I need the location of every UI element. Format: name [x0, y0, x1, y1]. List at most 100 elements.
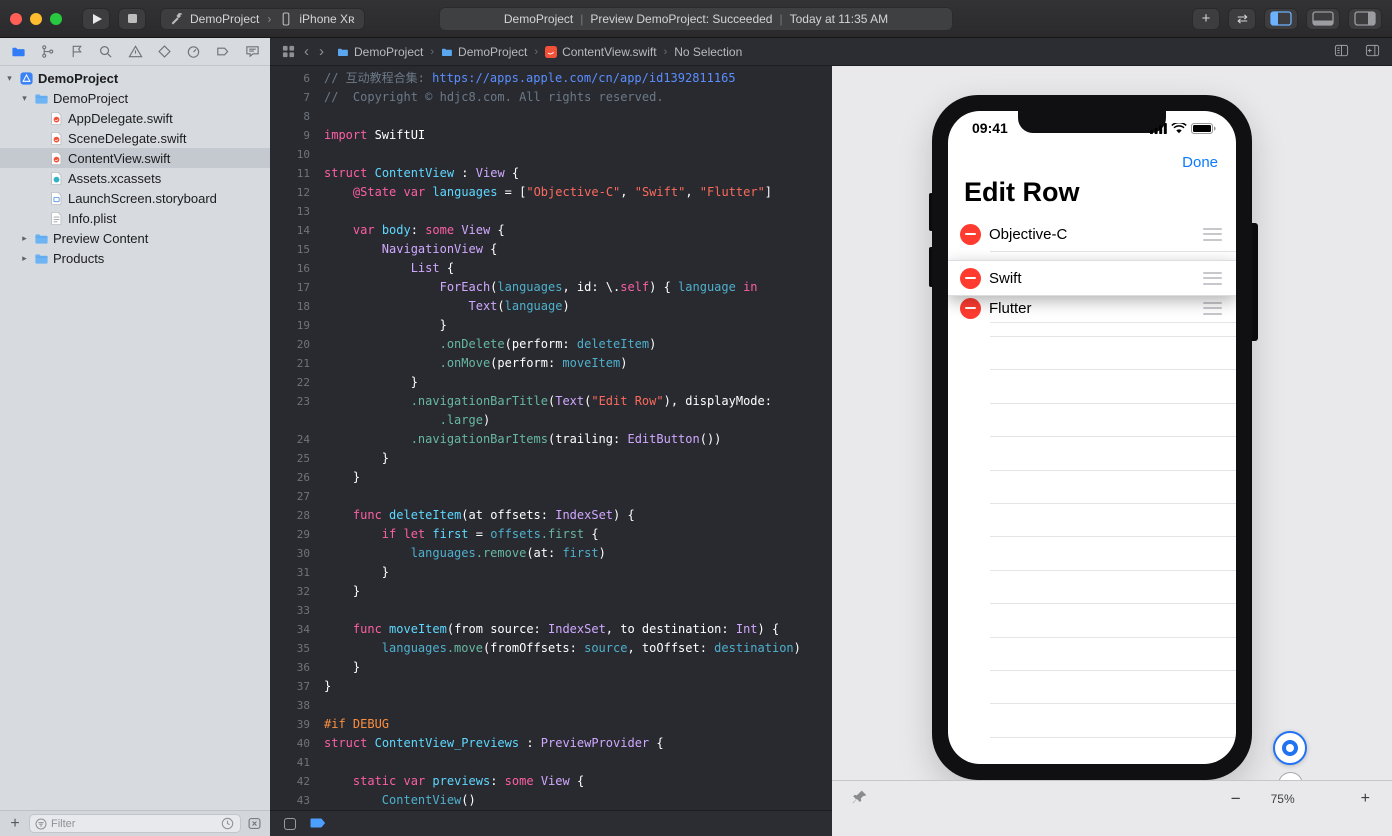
minimize-window-button[interactable]: [30, 12, 42, 25]
close-window-button[interactable]: [10, 12, 22, 25]
navigator-tab-tests-icon[interactable]: [155, 43, 173, 61]
code-line[interactable]: 10: [270, 145, 832, 164]
code-line[interactable]: 20 .onDelete(perform: deleteItem): [270, 335, 832, 354]
file-tree-item[interactable]: ▾ DemoProject: [0, 68, 270, 88]
fullscreen-window-button[interactable]: [50, 12, 62, 25]
file-tree-item[interactable]: ▸ Preview Content: [0, 228, 270, 248]
code-line[interactable]: 8: [270, 107, 832, 126]
code-line[interactable]: 11 struct ContentView : View {: [270, 164, 832, 183]
code-line[interactable]: 40 struct ContentView_Previews : PreviewP…: [270, 734, 832, 753]
code-line[interactable]: .large): [270, 411, 832, 430]
add-file-button[interactable]: +: [8, 815, 22, 832]
file-tree-item[interactable]: Assets.xcassets: [0, 168, 270, 188]
list-row[interactable]: Swift: [948, 260, 1236, 296]
toggle-navigator-button[interactable]: [1264, 7, 1298, 30]
code-line[interactable]: 12 @State var languages = ["Objective-C"…: [270, 183, 832, 202]
reorder-handle-icon[interactable]: [1203, 271, 1222, 285]
code-line[interactable]: 23 .navigationBarTitle(Text("Edit Row"),…: [270, 392, 832, 411]
code-line[interactable]: 28 func deleteItem(at offsets: IndexSet)…: [270, 506, 832, 525]
code-line[interactable]: 26 }: [270, 468, 832, 487]
run-button[interactable]: [82, 7, 110, 30]
code-line[interactable]: 19 }: [270, 316, 832, 335]
code-line[interactable]: 9 import SwiftUI: [270, 126, 832, 145]
file-tree-item[interactable]: ▾ DemoProject: [0, 88, 270, 108]
back-button[interactable]: ‹: [303, 44, 310, 59]
stop-button[interactable]: [118, 7, 146, 30]
pin-preview-icon[interactable]: [852, 789, 868, 810]
code-line[interactable]: 7 // Copyright © hdjc8.com. All rights re…: [270, 88, 832, 107]
navigator-tab-breakpoints-icon[interactable]: [214, 43, 232, 61]
code-line[interactable]: 13: [270, 202, 832, 221]
file-tree-item[interactable]: ▸ Products: [0, 248, 270, 268]
code-line[interactable]: 33: [270, 601, 832, 620]
file-tree-item[interactable]: SceneDelegate.swift: [0, 128, 270, 148]
zoom-in-button[interactable]: +: [1361, 790, 1370, 808]
code-line[interactable]: 18 Text(language): [270, 297, 832, 316]
code-line[interactable]: 22 }: [270, 373, 832, 392]
code-line[interactable]: 34 func moveItem(from source: IndexSet, …: [270, 620, 832, 639]
navigator-tab-issues-icon[interactable]: [126, 43, 144, 61]
scm-status-filter-icon[interactable]: [248, 817, 262, 831]
code-line[interactable]: 32 }: [270, 582, 832, 601]
library-button[interactable]: +: [1192, 7, 1220, 30]
code-line[interactable]: 6 // 互动教程合集: https://apps.apple.com/cn/ap…: [270, 69, 832, 88]
breadcrumb-item[interactable]: DemoProject: [441, 45, 527, 59]
code-line[interactable]: 31 }: [270, 563, 832, 582]
code-line[interactable]: 15 NavigationView {: [270, 240, 832, 259]
file-tree-item[interactable]: ContentView.swift: [0, 148, 270, 168]
breadcrumb-item[interactable]: No Selection: [674, 45, 742, 59]
toggle-debug-area-button[interactable]: [1306, 7, 1340, 30]
code-line[interactable]: 42 static var previews: some View {: [270, 772, 832, 791]
navigator-tab-reports-icon[interactable]: [243, 43, 261, 61]
navigator-tab-search-icon[interactable]: [97, 43, 115, 61]
navigator-tab-debug-icon[interactable]: [185, 43, 203, 61]
toggle-inspector-button[interactable]: [1348, 7, 1382, 30]
navigator-tab-source-control-icon[interactable]: [38, 43, 56, 61]
done-button[interactable]: Done: [1182, 154, 1218, 171]
code-line[interactable]: 14 var body: some View {: [270, 221, 832, 240]
related-items-icon[interactable]: [282, 45, 295, 58]
zoom-out-button[interactable]: −: [1227, 789, 1245, 809]
code-area[interactable]: 6 // 互动教程合集: https://apps.apple.com/cn/ap…: [270, 66, 832, 810]
reorder-handle-icon[interactable]: [1203, 301, 1222, 315]
code-line[interactable]: 35 languages.move(fromOffsets: source, t…: [270, 639, 832, 658]
code-line[interactable]: 39 #if DEBUG: [270, 715, 832, 734]
list-row[interactable]: Flutter: [948, 294, 1236, 322]
forward-button[interactable]: ›: [318, 44, 325, 59]
delete-minus-icon[interactable]: [960, 223, 981, 245]
reorder-handle-icon[interactable]: [1203, 227, 1222, 241]
preview-settings-button[interactable]: [1278, 772, 1303, 780]
editor-only-icon[interactable]: [284, 817, 296, 830]
recent-files-clock-icon[interactable]: [221, 817, 235, 831]
file-tree-item[interactable]: LaunchScreen.storyboard: [0, 188, 270, 208]
code-line[interactable]: 27: [270, 487, 832, 506]
code-line[interactable]: 38: [270, 696, 832, 715]
scheme-selector[interactable]: DemoProject › iPhone Xʀ: [160, 7, 365, 30]
file-tree-item[interactable]: Info.plist: [0, 208, 270, 228]
code-line[interactable]: 24 .navigationBarItems(trailing: EditBut…: [270, 430, 832, 449]
folder-icon: [34, 251, 49, 266]
list-row[interactable]: Objective-C: [948, 217, 1236, 251]
navigator-tab-symbols-icon[interactable]: [68, 43, 86, 61]
navigator-tab-project-icon[interactable]: [9, 43, 27, 61]
code-line[interactable]: 43 ContentView(): [270, 791, 832, 810]
code-line[interactable]: 36 }: [270, 658, 832, 677]
code-line[interactable]: 37}: [270, 677, 832, 696]
code-line[interactable]: 41: [270, 753, 832, 772]
code-line[interactable]: 21 .onMove(perform: moveItem): [270, 354, 832, 373]
breadcrumb-item[interactable]: ContentView.swift: [545, 45, 657, 59]
breadcrumb-item[interactable]: DemoProject: [337, 45, 423, 59]
delete-minus-icon[interactable]: [960, 267, 981, 289]
preview-on-device-button[interactable]: [1273, 731, 1307, 765]
code-line[interactable]: 16 List {: [270, 259, 832, 278]
file-tree-item[interactable]: AppDelegate.swift: [0, 108, 270, 128]
delete-minus-icon[interactable]: [960, 297, 981, 319]
filter-input[interactable]: Filter: [29, 814, 241, 833]
code-line[interactable]: 29 if let first = offsets.first {: [270, 525, 832, 544]
code-review-button[interactable]: [1334, 43, 1349, 61]
add-editor-button[interactable]: [1365, 43, 1380, 61]
code-line[interactable]: 30 languages.remove(at: first): [270, 544, 832, 563]
editor-mode-button[interactable]: ⇄: [1228, 7, 1256, 30]
code-line[interactable]: 25 }: [270, 449, 832, 468]
code-line[interactable]: 17 ForEach(languages, id: \.self) { lang…: [270, 278, 832, 297]
